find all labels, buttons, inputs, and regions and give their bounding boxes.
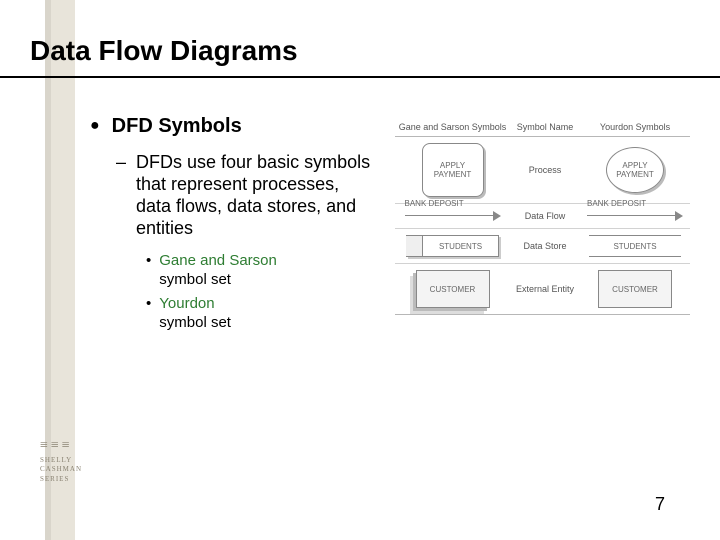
term-yourdon: Yourdon <box>159 295 379 314</box>
content-block: DFD Symbols DFDs use four basic symbols … <box>90 115 385 339</box>
page-number: 7 <box>655 494 665 515</box>
y-dataflow-symbol: BANK DEPOSIT <box>587 210 683 222</box>
y-entity-symbol: CUSTOMER <box>598 270 672 308</box>
brand-line-1: SHELLY <box>40 456 100 466</box>
gs-datastore-label: STUDENTS <box>423 242 498 251</box>
arrow-icon <box>493 211 501 221</box>
figure-header-row: Gane and Sarson Symbols Symbol Name Your… <box>395 118 690 137</box>
symbol-name-process: Process <box>510 165 580 175</box>
arrow-icon <box>675 211 683 221</box>
gs-dataflow-symbol: BANK DEPOSIT <box>405 210 501 222</box>
y-datastore-symbol: STUDENTS <box>589 235 681 257</box>
bullet-level-2-text: DFDs use four basic symbols that represe… <box>136 152 376 240</box>
y-dataflow-label: BANK DEPOSIT <box>587 199 646 208</box>
gs-entity-symbol: CUSTOMER <box>416 270 490 308</box>
symbols-figure: Gane and Sarson Symbols Symbol Name Your… <box>395 118 690 315</box>
y-process-symbol: APPLY PAYMENT <box>606 147 664 193</box>
brand-mark: ≡≡≡ SHELLY CASHMAN SERIES <box>40 436 100 485</box>
symbol-name-datastore: Data Store <box>510 241 580 251</box>
bullet-level-3a: Gane and Sarson symbol set <box>146 252 385 290</box>
bullet-3a-rest: symbol set <box>159 271 379 290</box>
figure-header-gs: Gane and Sarson Symbols <box>395 122 510 132</box>
symbol-name-entity: External Entity <box>510 284 580 294</box>
title-underline <box>0 76 720 78</box>
term-gane-sarson: Gane and Sarson <box>159 252 379 271</box>
gs-dataflow-label: BANK DEPOSIT <box>405 199 464 208</box>
brand-line-3: SERIES <box>40 475 100 485</box>
bullet-level-1: DFD Symbols <box>90 115 385 138</box>
figure-row-datastore: STUDENTS Data Store STUDENTS <box>395 229 690 264</box>
figure-row-dataflow: BANK DEPOSIT Data Flow BANK DEPOSIT <box>395 204 690 229</box>
symbol-name-dataflow: Data Flow <box>510 211 580 221</box>
brand-line-2: CASHMAN <box>40 465 100 475</box>
gs-process-symbol: APPLY PAYMENT <box>422 143 484 197</box>
figure-header-y: Yourdon Symbols <box>580 122 690 132</box>
brand-glyphs: ≡≡≡ <box>40 436 100 456</box>
page-title: Data Flow Diagrams <box>30 35 298 67</box>
figure-header-name: Symbol Name <box>510 122 580 132</box>
bullet-3b-rest: symbol set <box>159 314 379 333</box>
bullet-level-3b: Yourdon symbol set <box>146 295 385 333</box>
figure-row-entity: CUSTOMER External Entity CUSTOMER <box>395 264 690 315</box>
bullet-level-2: DFDs use four basic symbols that represe… <box>116 152 385 240</box>
figure-row-process: APPLY PAYMENT Process APPLY PAYMENT <box>395 137 690 204</box>
gs-datastore-symbol: STUDENTS <box>406 235 499 257</box>
